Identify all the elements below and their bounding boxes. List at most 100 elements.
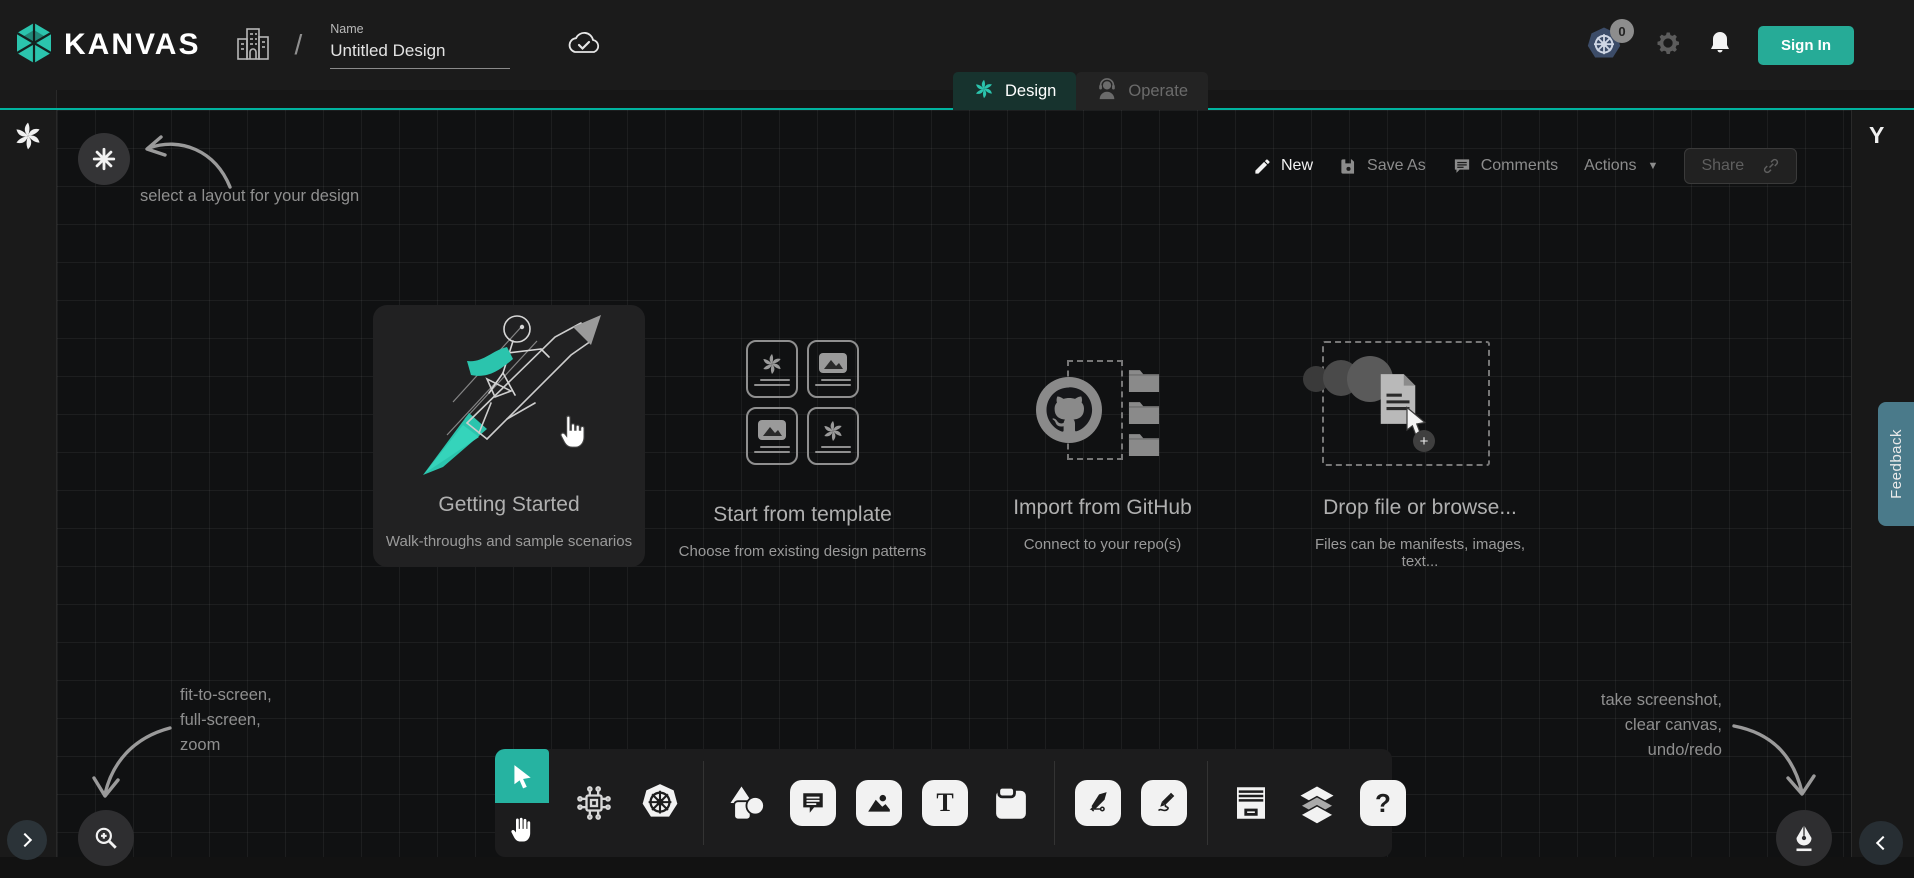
organization-icon[interactable] [234,23,272,68]
layout-hint-text: select a layout for your design [140,184,359,209]
text-tool[interactable]: T [922,780,968,826]
folder-icon [1127,430,1161,456]
hand-icon [508,815,536,845]
actions-label: Actions [1584,157,1636,175]
question-mark-glyph: ? [1375,788,1391,819]
template-grid-illustration [660,340,945,465]
kanvas-app: KANVAS / Name [0,0,1914,878]
scribble-pencil-icon [1151,790,1177,816]
dock-divider [1054,761,1055,845]
left-rail [0,90,57,857]
design-spiral-icon [973,78,995,105]
layers-tool[interactable] [1294,780,1340,826]
meshery-spiral-icon[interactable] [12,120,44,157]
actions-dropdown[interactable]: Actions ▼ [1584,157,1658,175]
card-subtitle: Files can be manifests, images, text... [1295,536,1545,570]
spiral-icon [760,352,784,376]
getting-started-card[interactable]: Getting Started Walk-throughs and sample… [373,305,645,567]
design-name-input[interactable] [330,39,510,69]
operate-headset-icon [1096,77,1118,106]
pan-tool[interactable] [495,803,549,857]
tab-design[interactable]: Design [953,72,1076,110]
rocket-illustration [373,305,645,483]
save-as-button[interactable]: Save As [1339,157,1426,176]
components-tool[interactable] [571,780,617,826]
notifications-bell-icon[interactable] [1708,30,1732,61]
canvas-pen-button[interactable] [1776,810,1832,866]
import-from-github-card[interactable]: Import from GitHub Connect to your repo(… [995,350,1210,553]
drop-file-card[interactable]: + Drop file or browse... Files can be ma… [1295,338,1545,570]
folder-icon [1127,398,1161,424]
layers-icon [1295,781,1339,825]
drawer-icon [1230,782,1272,824]
collapse-right-panel-button[interactable] [1859,821,1903,865]
chevron-down-icon: ▼ [1648,160,1659,172]
pen-tool[interactable] [1075,780,1121,826]
comment-icon [1452,157,1472,176]
settings-gear-icon[interactable] [1654,29,1682,62]
share-button[interactable]: Share [1684,148,1797,184]
comment-icon [800,790,826,816]
new-label: New [1281,157,1313,175]
image-icon [757,419,787,443]
pen-nib-icon [1791,823,1817,853]
breadcrumb-separator: / [294,29,302,61]
template-tile [807,407,859,465]
kubernetes-tool[interactable] [637,780,683,826]
note-icon [990,782,1032,824]
card-title: Start from template [660,503,945,527]
canvas-tools-hint-arrow [1730,712,1820,807]
drop-file-illustration: + [1295,338,1545,468]
github-illustration [995,350,1210,472]
kubernetes-wheel-icon [639,782,681,824]
brand-logo[interactable]: KANVAS [14,22,200,69]
tab-operate[interactable]: Operate [1076,72,1208,110]
zoom-controls-button[interactable] [78,810,134,866]
tab-design-label: Design [1005,82,1056,101]
shapes-tool[interactable] [724,780,770,826]
card-title: Import from GitHub [995,496,1210,520]
canvas-tools-hint-text: take screenshot, clear canvas, undo/redo [1542,688,1722,763]
pencil-icon [1253,157,1272,176]
template-tile [807,340,859,398]
expand-left-panel-button[interactable] [7,820,47,860]
cloud-saved-icon[interactable] [566,29,602,62]
image-tool[interactable] [856,780,902,826]
save-as-label: Save As [1367,157,1426,175]
sign-in-button[interactable]: Sign In [1758,26,1854,65]
component-circuit-icon [574,783,614,823]
help-tool[interactable]: ? [1360,780,1406,826]
dock-divider [703,761,704,845]
right-dock-toggle[interactable]: Y [1869,122,1884,149]
kubernetes-contexts-button[interactable]: 0 [1584,25,1628,65]
zoom-hint-text: fit-to-screen, full-screen, zoom [180,683,272,758]
new-design-button[interactable]: New [1253,157,1313,176]
shapes-icon [725,781,769,825]
comments-button[interactable]: Comments [1452,157,1558,176]
start-from-template-card[interactable]: Start from template Choose from existing… [660,340,945,560]
bottom-strip [0,857,1914,878]
spiral-icon [821,419,845,443]
github-octocat-icon [1033,374,1105,446]
layout-asterisk-icon [91,146,117,172]
select-tool[interactable] [495,749,549,803]
design-name-block: Name [330,22,510,69]
image-icon [866,790,892,816]
card-subtitle: Choose from existing design patterns [660,543,945,560]
drawer-tool[interactable] [1228,780,1274,826]
contexts-count-badge: 0 [1610,19,1634,43]
image-icon [818,352,848,376]
fountain-pen-icon [1085,790,1111,816]
name-label: Name [330,22,510,36]
template-tile [746,407,798,465]
feedback-tab[interactable]: Feedback [1878,402,1914,526]
template-tile [746,340,798,398]
freehand-draw-tool[interactable] [1141,780,1187,826]
text-T-glyph: T [936,788,953,818]
note-tool[interactable] [988,780,1034,826]
card-title: Getting Started [373,493,645,517]
save-icon [1339,157,1358,176]
kanvas-hexagon-icon [14,22,54,69]
select-layout-button[interactable] [78,133,130,185]
comment-tool[interactable] [790,780,836,826]
